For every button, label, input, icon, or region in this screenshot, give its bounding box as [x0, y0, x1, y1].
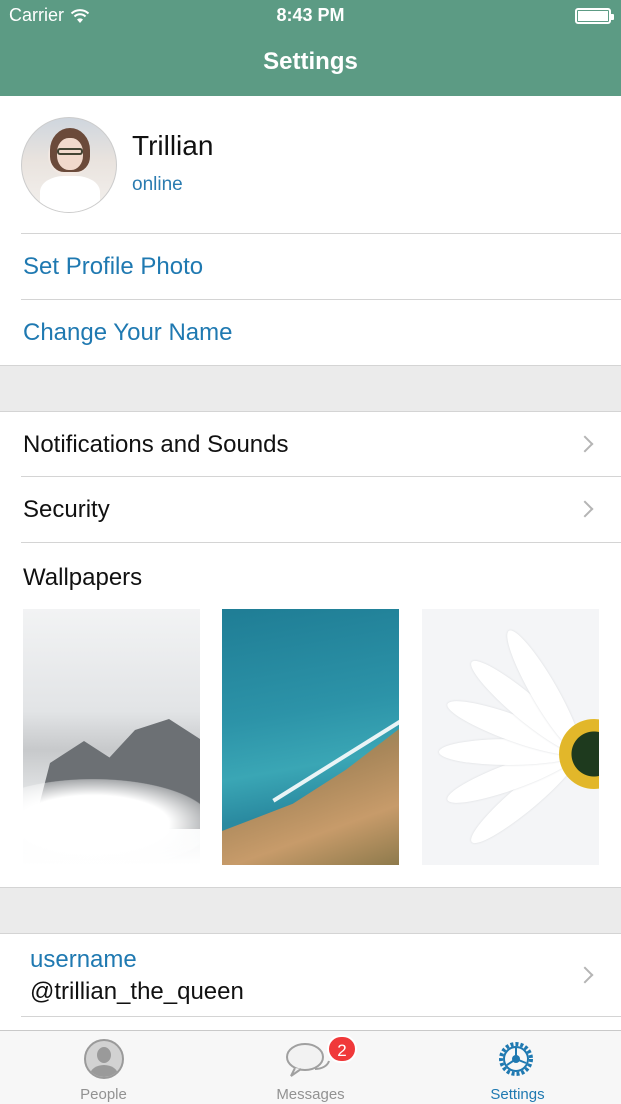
- battery-icon: [575, 8, 614, 24]
- notifications-label: Notifications and Sounds: [23, 431, 289, 458]
- chevron-right-icon: [576, 966, 594, 984]
- chat-bubbles-icon: [286, 1043, 330, 1077]
- tab-bar: People 2 Messages Settings: [0, 1030, 621, 1104]
- username-label: username: [30, 946, 137, 973]
- section-gap: [0, 888, 621, 933]
- settings-gear-icon: [499, 1042, 533, 1076]
- tab-settings-label: Settings: [490, 1086, 545, 1103]
- tab-messages-label: Messages: [276, 1086, 345, 1103]
- tab-settings[interactable]: Settings: [414, 1031, 621, 1104]
- username-item[interactable]: username @trillian_the_queen: [0, 934, 621, 1016]
- status-bar: Carrier 8:43 PM: [0, 0, 621, 32]
- chevron-right-icon: [576, 435, 594, 453]
- username-value: @trillian_the_queen: [30, 978, 244, 1005]
- tab-people[interactable]: People: [0, 1031, 207, 1104]
- coast-shape: [222, 729, 399, 865]
- avatar-shirt: [40, 176, 100, 212]
- clock: 8:43 PM: [276, 5, 345, 25]
- avatar[interactable]: [21, 117, 117, 213]
- divider: [21, 542, 621, 543]
- wallpapers-title: Wallpapers: [23, 564, 143, 591]
- avatar-glasses: [57, 148, 83, 155]
- security-label: Security: [23, 496, 110, 523]
- divider: [21, 1016, 621, 1017]
- section-gap: [0, 366, 621, 411]
- profile-status: online: [132, 174, 183, 195]
- set-profile-photo-label: Set Profile Photo: [23, 253, 204, 280]
- wallpaper-thumbnail-daisy[interactable]: [422, 609, 599, 865]
- wallpaper-thumbnail-ocean[interactable]: [222, 609, 399, 865]
- set-profile-photo-button[interactable]: Set Profile Photo: [0, 234, 621, 300]
- messages-badge: 2: [327, 1035, 357, 1063]
- page-title: Settings: [263, 48, 358, 75]
- tab-people-label: People: [80, 1086, 127, 1103]
- change-name-button[interactable]: Change Your Name: [0, 300, 621, 366]
- change-name-label: Change Your Name: [23, 319, 233, 346]
- notifications-and-sounds-item[interactable]: Notifications and Sounds: [0, 412, 621, 478]
- security-item[interactable]: Security: [0, 477, 621, 543]
- mist-shape: [23, 779, 200, 865]
- profile-name: Trillian: [132, 130, 214, 161]
- wallpaper-thumbnail-mountain[interactable]: [23, 609, 200, 865]
- chevron-right-icon: [576, 500, 594, 518]
- people-icon: [84, 1039, 124, 1079]
- profile-header: Trillian online: [0, 96, 621, 234]
- navigation-bar: Carrier 8:43 PM Settings: [0, 0, 621, 96]
- tab-messages[interactable]: 2 Messages: [207, 1031, 414, 1104]
